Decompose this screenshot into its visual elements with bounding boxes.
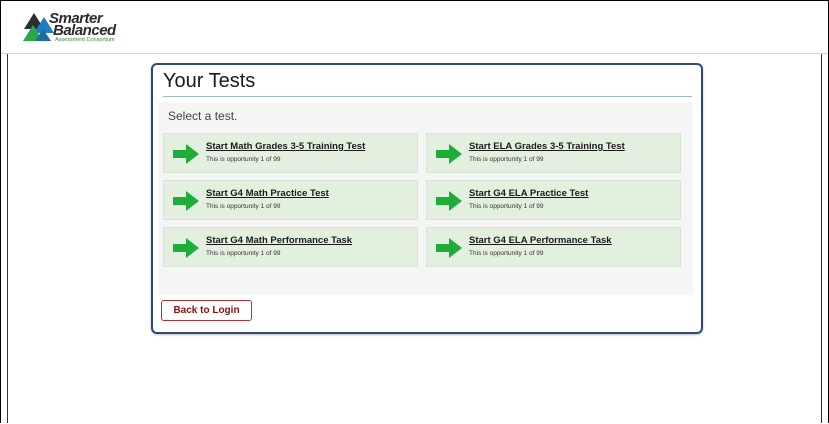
test-tile-math-practice[interactable]: Start G4 Math Practice Test This is oppo… <box>163 180 418 220</box>
right-arrow-icon <box>173 238 199 258</box>
logo-text-line3: Assessment Consortium <box>55 37 115 43</box>
test-tile-ela-training[interactable]: Start ELA Grades 3-5 Training Test This … <box>426 133 681 173</box>
test-tile-ela-performance[interactable]: Start G4 ELA Performance Task This is op… <box>426 227 681 267</box>
right-arrow-icon <box>436 144 462 164</box>
test-name[interactable]: Start G4 Math Practice Test <box>206 188 329 199</box>
logo-text-line2: Balanced <box>53 22 116 39</box>
test-opportunity: This is opportunity 1 of 99 <box>206 203 281 210</box>
right-arrow-icon <box>173 144 199 164</box>
right-arrow-icon <box>436 191 462 211</box>
right-arrow-icon <box>436 238 462 258</box>
test-tile-math-training[interactable]: Start Math Grades 3-5 Training Test This… <box>163 133 418 173</box>
test-opportunity: This is opportunity 1 of 99 <box>469 156 544 163</box>
frame-left-edge <box>7 54 8 423</box>
test-tile-ela-practice[interactable]: Start G4 ELA Practice Test This is oppor… <box>426 180 681 220</box>
smarter-balanced-logo: Smarter Balanced Assessment Consortium <box>23 11 143 45</box>
instruction-text: Select a test. <box>168 109 238 123</box>
test-opportunity: This is opportunity 1 of 99 <box>469 203 544 210</box>
test-name[interactable]: Start ELA Grades 3-5 Training Test <box>469 141 625 152</box>
page-header: Smarter Balanced Assessment Consortium <box>1 1 828 54</box>
test-name[interactable]: Start G4 ELA Performance Task <box>469 235 612 246</box>
tests-area: Select a test. Start Math Grades 3-5 Tra… <box>158 102 693 295</box>
test-opportunity: This is opportunity 1 of 99 <box>206 250 281 257</box>
test-name[interactable]: Start G4 ELA Practice Test <box>469 188 588 199</box>
test-opportunity: This is opportunity 1 of 99 <box>469 250 544 257</box>
frame-right-edge <box>821 54 822 423</box>
page-title: Your Tests <box>163 69 692 97</box>
right-arrow-icon <box>173 191 199 211</box>
test-tile-math-performance[interactable]: Start G4 Math Performance Task This is o… <box>163 227 418 267</box>
test-opportunity: This is opportunity 1 of 99 <box>206 156 281 163</box>
test-name[interactable]: Start Math Grades 3-5 Training Test <box>206 141 365 152</box>
your-tests-panel: Your Tests Select a test. Start Math Gra… <box>151 63 703 334</box>
back-to-login-button[interactable]: Back to Login <box>161 300 252 321</box>
test-name[interactable]: Start G4 Math Performance Task <box>206 235 352 246</box>
